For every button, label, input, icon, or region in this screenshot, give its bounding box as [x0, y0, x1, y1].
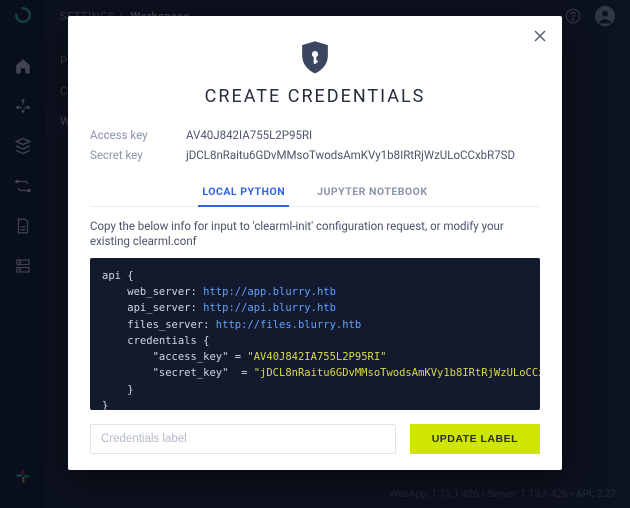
tab-jupyter[interactable]: JUPYTER NOTEBOOK	[315, 179, 429, 206]
shield-key-icon	[299, 40, 331, 76]
secret-key-value: jDCL8nRaitu6GDvMMsoTwodsAmKVy1b8IRtRjWzU…	[186, 148, 515, 162]
update-label-button[interactable]: UPDATE LABEL	[410, 424, 540, 454]
modal-title: CREATE CREDENTIALS	[90, 86, 540, 107]
access-key-label: Access key	[90, 128, 186, 142]
access-key-row: Access key AV40J842IA755L2P95RI	[90, 125, 540, 145]
modal-footer: UPDATE LABEL	[90, 424, 540, 454]
code-tabs: LOCAL PYTHON JUPYTER NOTEBOOK	[90, 179, 540, 207]
secret-key-label: Secret key	[90, 148, 186, 162]
credentials-label-input[interactable]	[90, 424, 396, 454]
secret-key-row: Secret key jDCL8nRaitu6GDvMMsoTwodsAmKVy…	[90, 145, 540, 165]
create-credentials-modal: CREATE CREDENTIALS Access key AV40J842IA…	[68, 16, 562, 470]
close-button[interactable]	[532, 28, 548, 44]
access-key-value: AV40J842IA755L2P95RI	[186, 128, 312, 142]
instructions-text: Copy the below info for input to 'clearm…	[90, 219, 540, 250]
tab-local-python[interactable]: LOCAL PYTHON	[200, 179, 287, 206]
config-code-block[interactable]: api { web_server: http://app.blurry.htb …	[90, 258, 540, 410]
